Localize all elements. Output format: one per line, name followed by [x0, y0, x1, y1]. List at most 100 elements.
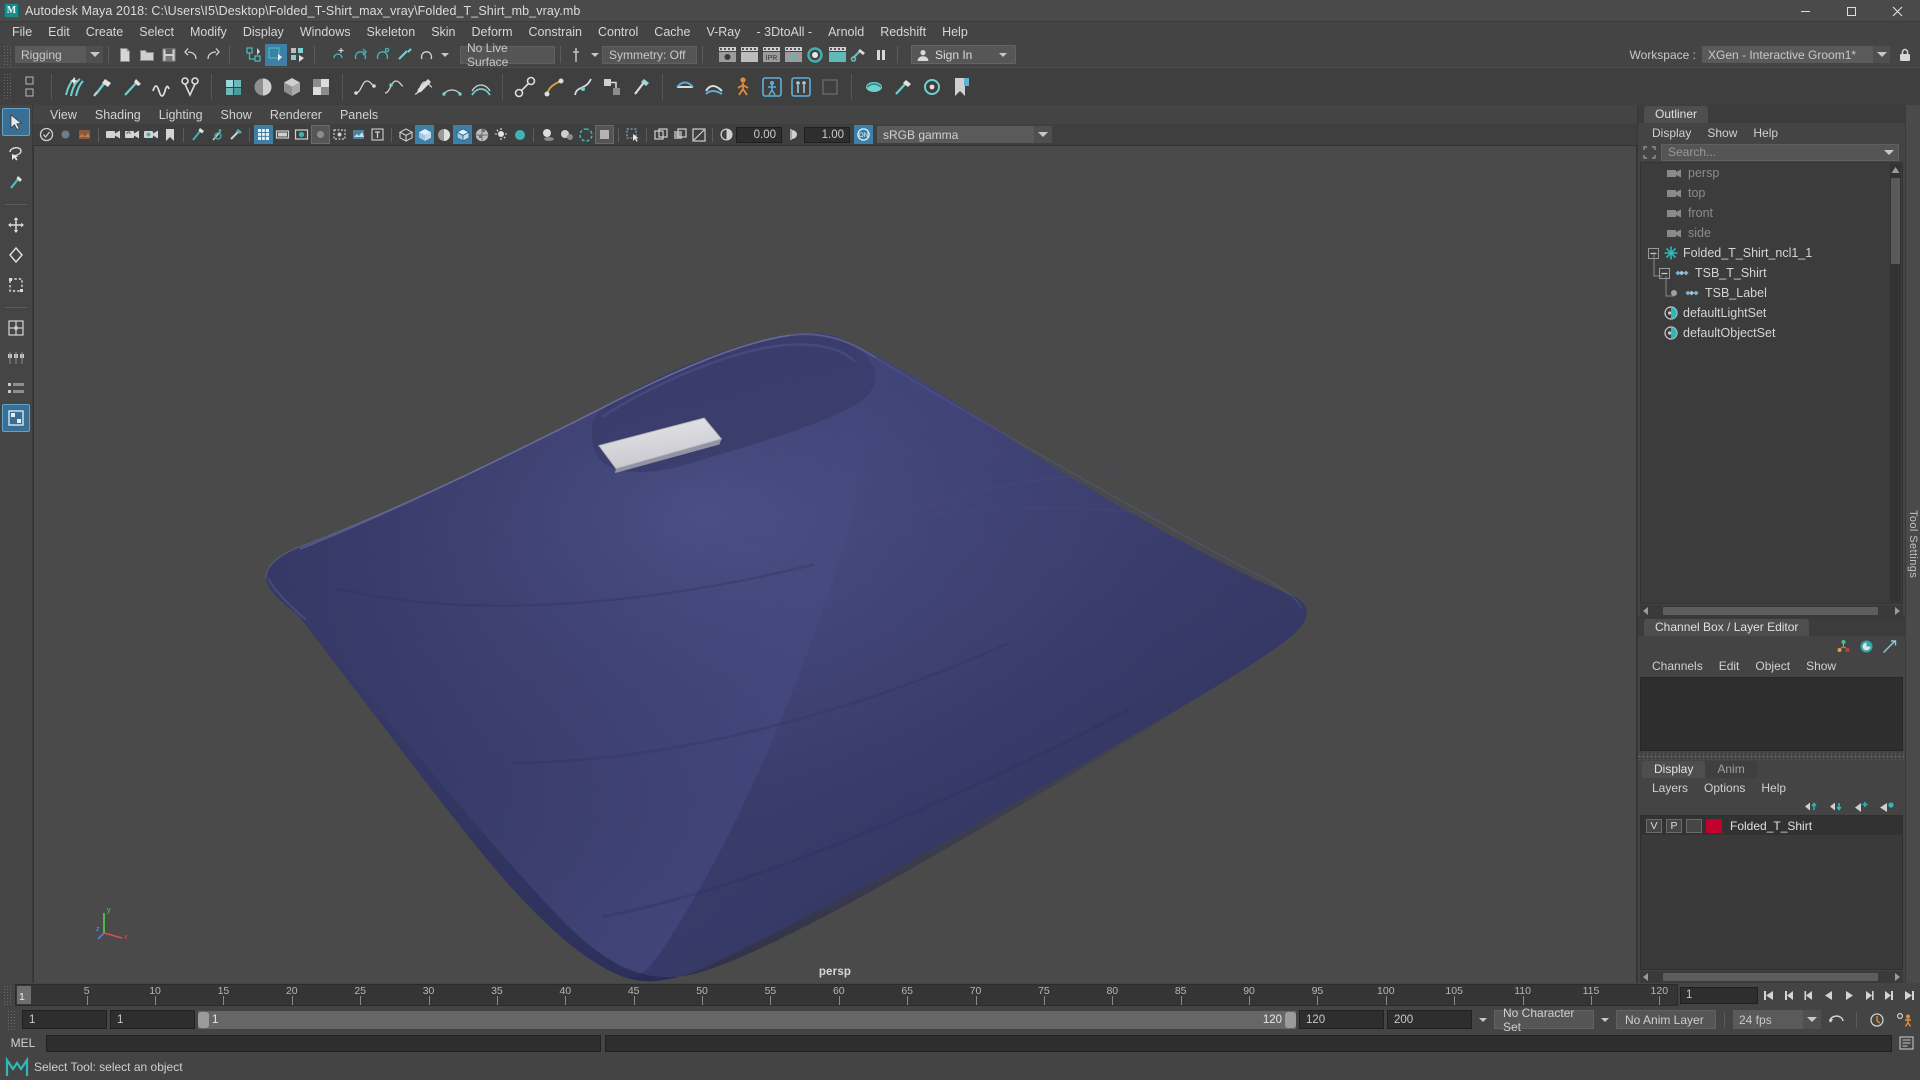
outliner-item-top[interactable]: top [1641, 183, 1902, 203]
persp-graph-layout-button[interactable] [2, 404, 30, 432]
time-slider[interactable]: 1 5 10 15 20 25 30 35 40 45 50 55 60 65 70 75 80 85 90 95 1… [15, 984, 1678, 1006]
layer-horizontal-scrollbar[interactable] [1640, 971, 1903, 983]
animation-start-time-field[interactable]: 1 [22, 1010, 107, 1029]
use-all-lights-icon[interactable] [510, 125, 529, 144]
create-deformer-button[interactable] [670, 72, 699, 101]
scroll-right-icon[interactable] [1892, 972, 1902, 982]
outliner-item-front[interactable]: front [1641, 203, 1902, 223]
xgen-clump-button[interactable] [175, 72, 204, 101]
exposure-field[interactable]: 0.00 [736, 126, 782, 143]
move-layer-down-icon[interactable] [1829, 800, 1845, 813]
save-scene-button[interactable] [158, 44, 180, 66]
select-by-hierarchy-button[interactable] [243, 44, 265, 66]
display-layer-list[interactable]: V P Folded_T_Shirt [1640, 815, 1903, 970]
lock-camera-icon[interactable] [122, 125, 141, 144]
xgen-noise-button[interactable] [146, 72, 175, 101]
layer-menu-layers[interactable]: Layers [1644, 781, 1696, 795]
play-forwards-button[interactable] [1839, 985, 1858, 1005]
move-layer-up-icon[interactable] [1804, 800, 1820, 813]
menu-edit[interactable]: Edit [40, 22, 78, 42]
paint-selection-tool-button[interactable] [2, 168, 30, 196]
maximize-icon[interactable] [1828, 0, 1874, 22]
exposure-icon[interactable] [717, 125, 736, 144]
snap-to-projected-center-button[interactable] [394, 44, 416, 66]
current-time-indicator[interactable]: 1 [17, 986, 31, 1004]
ambient-occlusion-icon[interactable] [557, 125, 576, 144]
grease-pencil-icon[interactable] [188, 125, 207, 144]
auto-keyframe-toggle-button[interactable] [1865, 1010, 1889, 1030]
human-ik-button[interactable] [757, 72, 786, 101]
color-management-toggle-icon[interactable]: ON [854, 125, 873, 144]
outliner-scrollbar[interactable] [1890, 164, 1901, 602]
menu-skeleton[interactable]: Skeleton [359, 22, 424, 42]
layer-color-swatch[interactable] [1706, 818, 1722, 833]
step-forward-frame-button[interactable] [1859, 985, 1878, 1005]
open-scene-button[interactable] [136, 44, 158, 66]
outliner-menu-display[interactable]: Display [1644, 126, 1699, 140]
menu-file[interactable]: File [4, 22, 40, 42]
channelbox-menu-edit[interactable]: Edit [1711, 659, 1748, 673]
outliner-search-input[interactable]: Search... [1661, 143, 1899, 161]
modeling-toolkit-icon[interactable] [1882, 639, 1897, 654]
scroll-right-icon[interactable] [1892, 606, 1902, 616]
playback-frame-field[interactable]: 1 [1680, 986, 1758, 1004]
camera-icon[interactable] [103, 125, 122, 144]
outliner-item-folded-tshirt-ncl[interactable]: Folded_T_Shirt_ncl1_1 [1641, 243, 1902, 263]
snap-to-point-button[interactable] [372, 44, 394, 66]
menu-control[interactable]: Control [590, 22, 646, 42]
go-to-end-button[interactable] [1899, 985, 1918, 1005]
rotate-tool-button[interactable] [2, 241, 30, 269]
vray-frame-buffer-button[interactable] [826, 44, 848, 66]
menu-modify[interactable]: Modify [182, 22, 235, 42]
smooth-shade-all-icon[interactable] [415, 125, 434, 144]
viewport-menu-panels[interactable]: Panels [331, 108, 387, 122]
isolate-select-icon[interactable] [623, 125, 642, 144]
script-editor-button[interactable] [1896, 1033, 1916, 1053]
new-scene-button[interactable] [114, 44, 136, 66]
select-by-object-button[interactable] [265, 43, 287, 66]
menu-deform[interactable]: Deform [464, 22, 521, 42]
outliner-scroll-thumb[interactable] [1891, 178, 1900, 264]
image-plane-icon[interactable] [75, 125, 94, 144]
outliner-item-tsb-tshirt[interactable]: TSB_T_Shirt [1641, 263, 1902, 283]
workspace-selector[interactable]: XGen - Interactive Groom1* [1702, 46, 1890, 63]
outliner-tree[interactable]: persp top front side Folded_T_Shirt_ncl1… [1640, 162, 1903, 604]
outliner-item-persp[interactable]: persp [1641, 163, 1902, 183]
texture-checker-icon[interactable] [472, 125, 491, 144]
muscle-system-button[interactable] [859, 72, 888, 101]
layer-playback-toggle[interactable]: P [1666, 818, 1682, 833]
time-slider-gripper[interactable] [3, 985, 12, 1005]
command-output-field[interactable] [605, 1034, 1892, 1052]
channelbox-menu-object[interactable]: Object [1747, 659, 1798, 673]
select-camera-icon[interactable] [37, 125, 56, 144]
tab-outliner[interactable]: Outliner [1644, 106, 1709, 123]
outliner-item-default-light-set[interactable]: defaultLightSet [1641, 303, 1902, 323]
menu-select[interactable]: Select [131, 22, 182, 42]
create-layer-from-selected-icon[interactable] [1879, 800, 1895, 813]
film-gate-icon[interactable] [273, 125, 292, 144]
command-input-field[interactable] [46, 1034, 601, 1052]
layer-shading-toggle[interactable] [1686, 818, 1702, 833]
tab-channel-box-layer-editor[interactable]: Channel Box / Layer Editor [1644, 619, 1810, 636]
shelf-tab-icon[interactable] [15, 72, 44, 101]
exposure-reset-icon[interactable] [689, 125, 708, 144]
create-sphere-button[interactable] [248, 72, 277, 101]
menu-constrain[interactable]: Constrain [521, 22, 591, 42]
mel-label[interactable]: MEL [4, 1036, 42, 1050]
snap-to-view-planes-button[interactable] [416, 44, 438, 66]
channelbox-menu-show[interactable]: Show [1798, 659, 1844, 673]
eraser-icon[interactable] [226, 125, 245, 144]
snap-options-chevron-icon[interactable] [438, 44, 452, 66]
menu-create[interactable]: Create [78, 22, 132, 42]
expand-collapse-icon[interactable] [1659, 267, 1670, 279]
viewport-menu-lighting[interactable]: Lighting [150, 108, 212, 122]
text-hud-icon[interactable] [368, 125, 387, 144]
xgen-create-description-button[interactable] [59, 72, 88, 101]
menu-skin[interactable]: Skin [423, 22, 463, 42]
blendshape-button[interactable] [699, 72, 728, 101]
motion-blur-icon[interactable] [576, 125, 595, 144]
range-end-time-field[interactable]: 120 [1299, 1010, 1384, 1029]
outliner-item-tsb-label[interactable]: TSB_Label [1641, 283, 1902, 303]
channelbox-attribute-list[interactable] [1640, 677, 1903, 751]
pencil-curve-button[interactable] [408, 72, 437, 101]
